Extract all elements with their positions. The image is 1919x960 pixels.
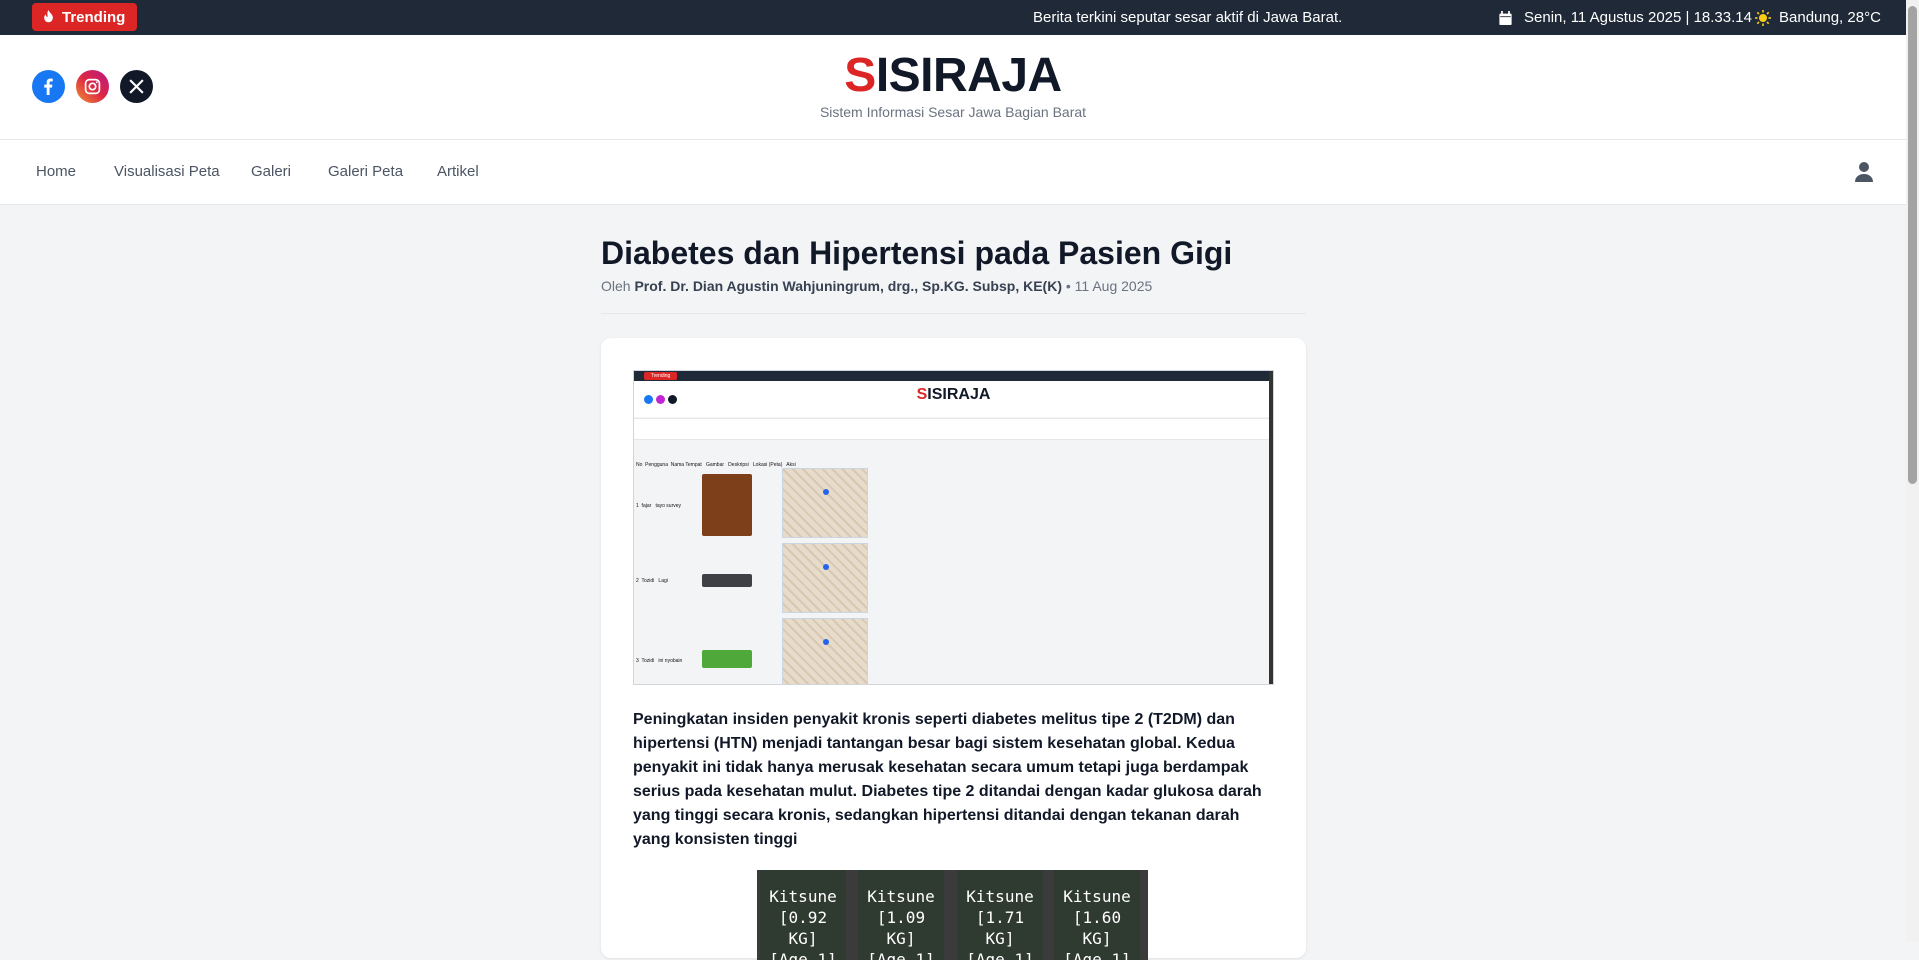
site-subtitle: Sistem Informasi Sesar Jawa Bagian Barat [819,104,1087,120]
kitsune-card: Kitsune [0.92 KG] [Age 1] [760,870,846,960]
embedded-thumb-1 [702,474,752,536]
article-date: 11 Aug 2025 [1074,278,1153,294]
logo-rest: ISIRAJA [875,49,1062,102]
datetime-text: Senin, 11 Agustus 2025 | 18.33.14 [1524,9,1752,26]
top-bar: Trending Berita terkini seputar sesar ak… [0,0,1906,35]
nav-item-visualisasi-peta[interactable]: Visualisasi Peta [114,163,220,180]
nav-item-artikel[interactable]: Artikel [437,163,479,180]
embedded-row-1: 1 fajar tayo survey [636,503,682,509]
trending-label: Trending [62,8,126,26]
embedded-row-2: 2 Tozidi Lagi [636,578,668,584]
main-nav: Home Visualisasi Peta Galeri Galeri Peta… [0,140,1906,205]
weather-display: Bandung, 28°C [1755,9,1881,26]
embedded-trending: Trending [644,372,677,380]
fire-icon [44,10,53,23]
trending-button[interactable]: Trending [32,3,138,31]
news-ticker: Berita terkini seputar sesar aktif di Ja… [1033,9,1343,26]
article-body: Peningkatan insiden penyakit kronis sepe… [633,711,1262,848]
embedded-map-3 [782,618,868,684]
embedded-header: SISIRAJA [634,381,1273,417]
logo-first-letter: S [844,49,876,102]
sun-icon [1755,9,1771,26]
embedded-nav [634,418,1273,440]
kitsune-card: Kitsune [1.60 KG] [Age 1] [1054,870,1140,960]
user-icon[interactable] [1855,162,1873,182]
nav-item-galeri-peta[interactable]: Galeri Peta [328,163,403,180]
embedded-table-header: No Pengguna Nama Tempat Gambar Deskripsi… [636,462,796,468]
kitsune-card: Kitsune [1.09 KG] [Age 1] [858,870,944,960]
by-label: Oleh [601,278,631,294]
embedded-map-1 [782,468,868,538]
embedded-topbar: Trending [634,371,1273,381]
article-card: Trending SISIRAJA No Pengguna Nama Tempa… [601,338,1306,960]
embedded-scrollbar [1269,371,1273,684]
nav-item-galeri[interactable]: Galeri [251,163,291,180]
article-title: Diabetes dan Hipertensi pada Pasien Gigi [601,235,1233,271]
embedded-thumb-3 [702,650,752,668]
article-image: Trending SISIRAJA No Pengguna Nama Tempa… [633,370,1274,685]
author-name: Prof. Dr. Dian Agustin Wahjuningrum, drg… [634,278,1062,294]
site-header: SISIRAJA Sistem Informasi Sesar Jawa Bag… [0,35,1906,140]
embedded-logo: SISIRAJA [916,386,991,403]
article-meta: Oleh Prof. Dr. Dian Agustin Wahjuningrum… [601,278,1152,294]
scrollbar-thumb[interactable] [1908,6,1917,484]
page-scrollbar[interactable] [1906,0,1919,942]
site-logo[interactable]: SISIRAJA [0,48,1906,103]
embedded-thumb-2 [702,574,752,587]
kitsune-card: Kitsune [1.71 KG] [Age 1] [957,870,1043,960]
nav-item-home[interactable]: Home [36,163,76,180]
embedded-map-2 [782,543,868,613]
article-game-image: Kitsune [0.92 KG] [Age 1] Kitsune [1.09 KG]… [757,870,1148,960]
divider [601,313,1306,314]
calendar-icon [1499,10,1512,25]
weather-text: Bandung, 28°C [1779,9,1881,26]
meta-separator: • [1065,278,1071,294]
datetime-display: Senin, 11 Agustus 2025 | 18.33.14 [1499,9,1752,26]
embedded-row-3: 3 Tozidi ini nyobain [636,658,683,664]
